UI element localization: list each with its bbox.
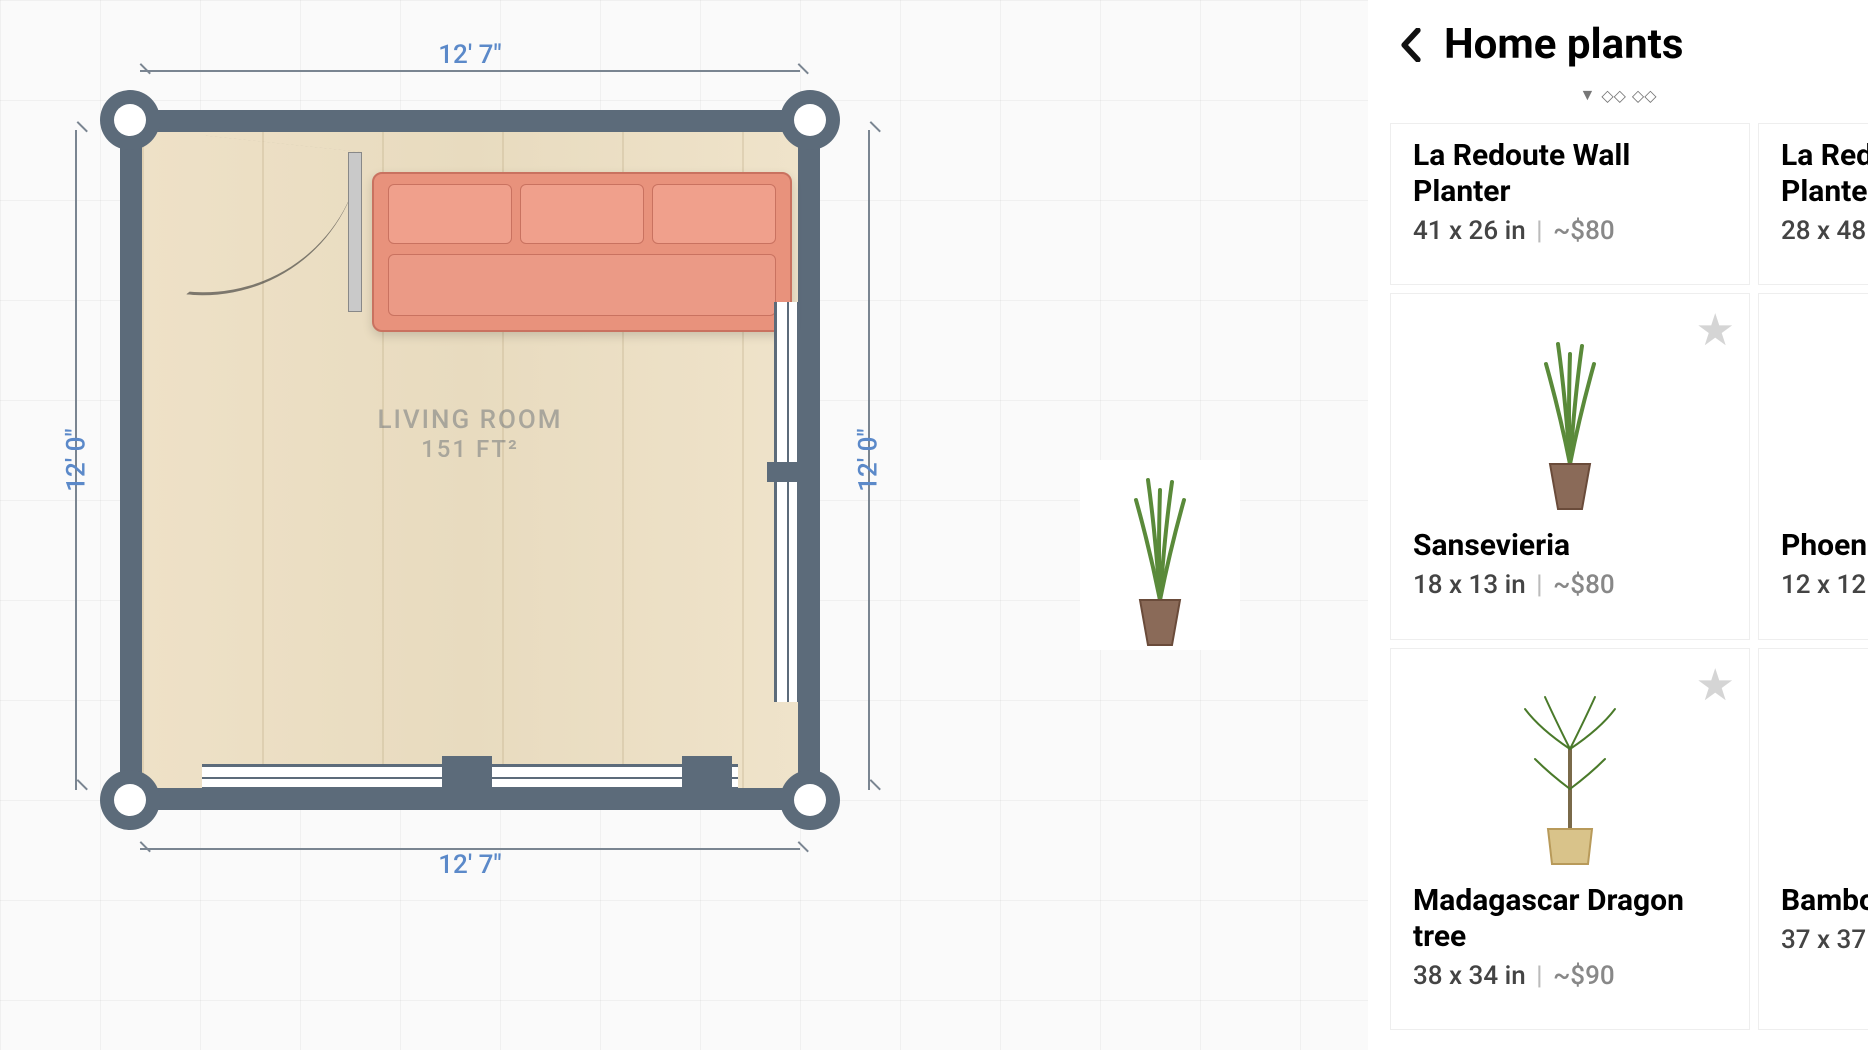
catalog-item-dimensions: 12 x 12 in <box>1781 570 1868 600</box>
catalog-item-meta: 12 x 12 in <box>1759 570 1868 600</box>
dragging-catalogue-item[interactable] <box>1080 460 1240 650</box>
catalog-item-meta: 28 x 48 in <box>1759 216 1868 246</box>
pattern-swatch-icon: ◇◇ <box>1632 86 1657 105</box>
catalog-item-price: ~$80 <box>1553 216 1615 246</box>
corner-handle[interactable] <box>780 770 840 830</box>
catalog-item-price: ~$90 <box>1553 961 1615 991</box>
catalog-item-dimensions: 28 x 48 in <box>1781 216 1868 246</box>
catalog-item-name: La Redoute Wall Planter <box>1759 124 1868 216</box>
separator: | <box>1526 961 1553 991</box>
catalog-item-name: La Redoute Wall Planter <box>1391 124 1749 216</box>
dimension-line-top <box>140 70 800 72</box>
separator: | <box>1526 216 1553 246</box>
catalog-item-name: Bamboo <box>1759 869 1868 925</box>
back-button[interactable] <box>1390 24 1432 66</box>
mullion <box>442 756 492 794</box>
panel-title: Home plants <box>1444 20 1683 69</box>
window-right[interactable] <box>774 302 800 702</box>
catalog-item-meta: 18 x 13 in | ~$80 <box>1391 570 1749 600</box>
filter-row[interactable]: ▼ ◇◇ ◇◇ <box>1368 85 1868 123</box>
catalog-item-price: ~$80 <box>1553 570 1615 600</box>
catalog-item-dimensions: 18 x 13 in <box>1413 570 1526 600</box>
catalog-card[interactable]: ★ Sansevieria18 x 13 in | ~$80 <box>1390 293 1750 639</box>
catalog-item-dimensions: 37 x 37 in <box>1781 925 1868 955</box>
catalog-grid[interactable]: La Redoute Wall Planter41 x 26 in | ~$80… <box>1368 123 1868 1050</box>
catalog-item-name: Sansevieria <box>1391 514 1749 570</box>
separator: | <box>1526 570 1553 600</box>
catalog-card[interactable]: La Redoute Wall Planter41 x 26 in | ~$80 <box>1390 123 1750 285</box>
sort-arrow-down-icon: ▼ <box>1579 85 1595 105</box>
catalog-thumbnail <box>1759 294 1868 514</box>
plant-icon <box>1100 470 1220 650</box>
catalog-card[interactable]: ★ Phoenix12 x 12 in <box>1758 293 1868 639</box>
catalog-card[interactable]: ★ Bamboo37 x 37 in <box>1758 648 1868 1030</box>
dimension-label-bottom: 12' 7" <box>438 850 501 880</box>
catalog-card[interactable]: ★ Madagascar Dragon tree38 x 34 in | ~$9… <box>1390 648 1750 1030</box>
dimension-label-top: 12' 7" <box>438 40 501 70</box>
catalog-item-meta: 41 x 26 in | ~$80 <box>1391 216 1749 246</box>
door[interactable] <box>202 152 362 312</box>
corner-handle[interactable] <box>100 90 160 150</box>
catalog-item-dimensions: 41 x 26 in <box>1413 216 1526 246</box>
room-livingroom[interactable]: 12' 7" 12' 7" 12' 0" 12' 0" LIVING ROOM … <box>120 110 820 810</box>
corner-handle[interactable] <box>100 770 160 830</box>
dimension-label-left: 12' 0" <box>62 428 92 491</box>
chevron-left-icon <box>1397 28 1425 62</box>
dimension-label-right: 12' 0" <box>853 428 883 491</box>
favorite-button[interactable]: ★ <box>1696 308 1735 352</box>
catalog-panel: Home plants ▼ ◇◇ ◇◇ La Redoute Wall Plan… <box>1368 0 1868 1050</box>
catalog-thumbnail <box>1759 649 1868 869</box>
catalog-item-name: Phoenix <box>1759 514 1868 570</box>
favorite-button[interactable]: ★ <box>1696 663 1735 707</box>
corner-handle[interactable] <box>780 90 840 150</box>
furniture-sofa[interactable] <box>372 172 792 332</box>
catalog-item-meta: 37 x 37 in <box>1759 925 1868 955</box>
catalog-item-dimensions: 38 x 34 in <box>1413 961 1526 991</box>
catalog-item-name: Madagascar Dragon tree <box>1391 869 1749 961</box>
floorplan-canvas[interactable]: 12' 7" 12' 7" 12' 0" 12' 0" LIVING ROOM … <box>0 0 1368 1050</box>
catalog-item-meta: 38 x 34 in | ~$90 <box>1391 961 1749 991</box>
pattern-swatch-icon: ◇◇ <box>1601 86 1626 105</box>
catalog-card[interactable]: La Redoute Wall Planter28 x 48 in <box>1758 123 1868 285</box>
mullion <box>682 756 732 794</box>
room-walls[interactable]: LIVING ROOM 151 FT² <box>120 110 820 810</box>
room-area: 151 FT² <box>377 435 562 463</box>
room-name: LIVING ROOM <box>377 405 562 435</box>
room-label: LIVING ROOM 151 FT² <box>377 405 562 463</box>
